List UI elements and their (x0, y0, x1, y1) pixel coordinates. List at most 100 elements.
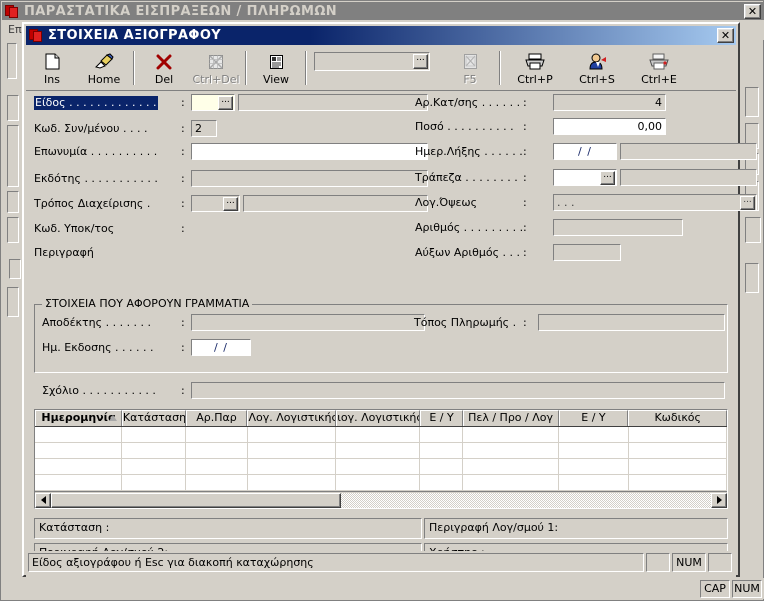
table-cell[interactable] (559, 475, 629, 491)
table-cell[interactable] (629, 427, 727, 443)
table-cell[interactable] (122, 427, 186, 443)
table-cell[interactable] (336, 443, 421, 459)
eidos-code-input[interactable]: ... (191, 94, 235, 111)
table-cell[interactable] (248, 443, 337, 459)
toolbar-label: F5 (463, 73, 477, 86)
ekdotis-input[interactable] (191, 170, 428, 187)
toolbar-button-export[interactable]: Ctrl+E (628, 49, 690, 89)
trapeza-code-input[interactable]: ... (553, 169, 617, 186)
table-cell[interactable] (186, 459, 248, 475)
search-input[interactable]: ... (314, 52, 430, 71)
table-cell[interactable] (35, 475, 122, 491)
table-cell[interactable] (420, 459, 463, 475)
tropos-diaxeirisis-description-input[interactable] (243, 195, 428, 212)
menu-item-first[interactable]: Επ (8, 23, 22, 36)
table-cell[interactable] (122, 459, 186, 475)
table-cell[interactable] (629, 459, 727, 475)
scrollbar-thumb[interactable] (51, 492, 342, 508)
tropos-ellipsis-button[interactable]: ... (223, 197, 238, 211)
table-row[interactable] (35, 459, 727, 475)
afxon-arithmos-input[interactable] (553, 244, 621, 261)
toolbar-button-refresh[interactable]: F5 (444, 49, 496, 89)
table-cell[interactable] (35, 443, 122, 459)
table-row[interactable] (35, 475, 727, 491)
grid-header-cell-0[interactable]: Ημερομηνία (35, 410, 122, 426)
dialog-title: ΣΤΟΙΧΕΙΑ ΑΞΙΟΓΡΑΦΟΥ (48, 28, 222, 43)
dialog-title-bar[interactable]: ΣΤΟΙΧΕΙΑ ΑΞΙΟΓΡΑΦΟΥ ✕ (26, 26, 736, 45)
table-cell[interactable] (336, 459, 421, 475)
table-cell[interactable] (463, 443, 559, 459)
entries-grid[interactable]: Ημερομηνία Κατάσταση Αρ.Παρ Λογ. Λογιστικής… (34, 409, 728, 509)
toolbar-button-view[interactable]: View (250, 49, 302, 89)
parent-bg-widget (7, 95, 19, 121)
im-ekdosis-input[interactable]: / / (191, 339, 251, 356)
sxolio-input[interactable] (191, 382, 725, 399)
table-cell[interactable] (336, 475, 421, 491)
table-cell[interactable] (186, 443, 248, 459)
log-opseos-ellipsis-button[interactable]: ... (740, 196, 755, 210)
dialog-close-button[interactable]: ✕ (717, 28, 734, 43)
table-cell[interactable] (186, 475, 248, 491)
table-cell[interactable] (463, 427, 559, 443)
table-cell[interactable] (463, 475, 559, 491)
log-opseos-input[interactable]: . . . ... (553, 194, 757, 211)
ar-katastasis-input[interactable]: 4 (553, 94, 666, 111)
search-ellipsis-button[interactable]: ... (413, 54, 428, 69)
arithmos-input[interactable] (553, 219, 683, 236)
grid-header-cell-4[interactable]: ιογ. Λογιστικής (336, 410, 421, 426)
table-cell[interactable] (35, 459, 122, 475)
toolbar-button-home[interactable]: Home (78, 49, 130, 89)
grid-header-cell-2[interactable]: Αρ.Παρ (185, 410, 248, 426)
toolbar-button-user[interactable]: Ctrl+S (566, 49, 628, 89)
table-row[interactable] (35, 427, 727, 443)
table-row[interactable] (35, 443, 727, 459)
imer-lixis-input[interactable]: / / (553, 143, 617, 160)
apodektis-input[interactable] (191, 314, 425, 331)
table-cell[interactable] (559, 427, 629, 443)
table-cell[interactable] (420, 475, 463, 491)
table-cell[interactable] (122, 475, 186, 491)
scroll-right-arrow-icon[interactable] (711, 492, 727, 508)
scrollbar-track[interactable] (51, 492, 711, 508)
table-cell[interactable] (559, 443, 629, 459)
table-cell[interactable] (248, 475, 337, 491)
toolbar-button-insert[interactable]: Ins (26, 49, 78, 89)
grid-header-cell-7[interactable]: Ε / Υ (558, 410, 629, 426)
table-cell[interactable] (35, 427, 122, 443)
table-cell[interactable] (248, 459, 337, 475)
grid-header-cell-8[interactable]: Κωδικός (628, 410, 727, 426)
toolbar-button-delete-all[interactable]: Ctrl+Del (190, 49, 242, 89)
kodikos-synergati-input[interactable]: 2 (191, 120, 217, 137)
topos-pliromis-input[interactable] (538, 314, 725, 331)
table-cell[interactable] (336, 427, 421, 443)
eponymia-input[interactable] (191, 143, 428, 160)
imer-lixis-secondary-input[interactable] (620, 143, 757, 160)
poso-input[interactable]: 0,00 (553, 118, 666, 135)
table-cell[interactable] (559, 459, 629, 475)
eidos-ellipsis-button[interactable]: ... (218, 96, 233, 110)
grid-header-cell-1[interactable]: Κατάσταση (121, 410, 186, 426)
table-cell[interactable] (629, 443, 727, 459)
parent-close-button[interactable]: ✕ (744, 4, 761, 19)
table-cell[interactable] (122, 443, 186, 459)
grid-header-cell-6[interactable]: Πελ / Προ / Λογ (462, 410, 559, 426)
table-cell[interactable] (420, 443, 463, 459)
table-cell[interactable] (463, 459, 559, 475)
toolbar-separator (305, 51, 307, 85)
table-cell[interactable] (186, 427, 248, 443)
trapeza-ellipsis-button[interactable]: ... (600, 171, 615, 185)
toolbar-button-delete[interactable]: Del (138, 49, 190, 89)
trapeza-description-input[interactable] (620, 169, 757, 186)
table-cell[interactable] (248, 427, 337, 443)
parent-title-bar[interactable]: ΠΑΡΑΣΤΑΤΙΚΑ ΕΙΣΠΡΑΞΕΩΝ / ΠΛΗΡΩΜΩΝ ✕ (2, 2, 764, 20)
scroll-left-arrow-icon[interactable] (35, 492, 51, 508)
table-cell[interactable] (420, 427, 463, 443)
grid-horizontal-scrollbar[interactable] (35, 491, 727, 508)
grid-header-cell-5[interactable]: Ε / Υ (420, 410, 463, 426)
tropos-diaxeirisis-code-input[interactable]: ... (191, 195, 240, 212)
grid-header-cell-3[interactable]: Λογ. Λογιστικής (247, 410, 337, 426)
eidos-description-input[interactable] (238, 94, 428, 111)
table-cell[interactable] (629, 475, 727, 491)
toolbar-button-print[interactable]: Ctrl+P (504, 49, 566, 89)
status-pane-num: NUM (672, 552, 706, 572)
